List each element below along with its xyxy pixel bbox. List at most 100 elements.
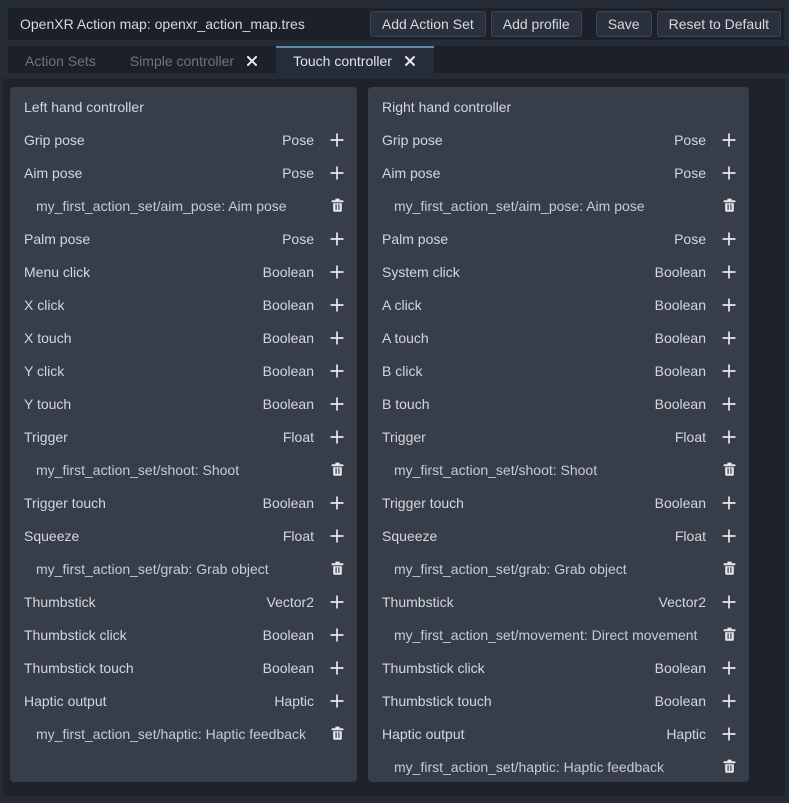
add-binding-button[interactable] (326, 690, 348, 712)
add-binding-button[interactable] (718, 591, 740, 613)
touch-controller-panel: Left hand controller Grip pose Pose Aim … (3, 79, 785, 796)
plus-icon (329, 594, 345, 610)
action-label: Thumbstick touch (382, 693, 655, 709)
add-binding-button[interactable] (718, 690, 740, 712)
action-label: Thumbstick (24, 594, 267, 610)
action-label: Haptic output (382, 726, 666, 742)
tab-label: Action Sets (25, 53, 96, 69)
add-binding-button[interactable] (718, 294, 740, 316)
add-binding-button[interactable] (326, 327, 348, 349)
close-icon[interactable] (245, 54, 259, 68)
action-label: Aim pose (382, 165, 674, 181)
add-binding-button[interactable] (718, 261, 740, 283)
action-label: Trigger touch (24, 495, 263, 511)
reset-to-default-button[interactable]: Reset to Default (657, 11, 781, 37)
add-binding-button[interactable] (718, 327, 740, 349)
add-binding-button[interactable] (718, 360, 740, 382)
plus-icon (329, 231, 345, 247)
action-label: Trigger (24, 429, 283, 445)
plus-icon (329, 396, 345, 412)
delete-binding-button[interactable] (326, 195, 348, 217)
action-type-label: Haptic (666, 726, 706, 742)
delete-binding-button[interactable] (718, 558, 740, 580)
action-type-label: Boolean (263, 627, 314, 643)
add-binding-button[interactable] (718, 723, 740, 745)
action-type-label: Float (675, 429, 706, 445)
add-binding-button[interactable] (718, 657, 740, 679)
tab-touch-controller[interactable]: Touch controller (276, 46, 434, 73)
action-type-label: Boolean (263, 297, 314, 313)
binding-row: my_first_action_set/movement: Direct mov… (368, 618, 749, 651)
delete-binding-button[interactable] (326, 459, 348, 481)
action-type-label: Pose (282, 165, 314, 181)
add-binding-button[interactable] (718, 525, 740, 547)
action-type-label: Pose (674, 132, 706, 148)
plus-icon (329, 363, 345, 379)
add-binding-button[interactable] (326, 624, 348, 646)
panel-left-hand-controller: Left hand controller Grip pose Pose Aim … (10, 87, 357, 782)
action-label: Haptic output (24, 693, 274, 709)
add-binding-button[interactable] (718, 492, 740, 514)
action-type-label: Boolean (263, 495, 314, 511)
action-row: A touch Boolean (368, 321, 749, 354)
action-label: Squeeze (382, 528, 675, 544)
window-title: OpenXR Action map: openxr_action_map.tre… (20, 16, 365, 32)
delete-binding-button[interactable] (326, 558, 348, 580)
add-binding-button[interactable] (326, 492, 348, 514)
plus-icon (329, 330, 345, 346)
panel-title: Left hand controller (24, 99, 348, 115)
delete-binding-button[interactable] (326, 723, 348, 745)
add-binding-button[interactable] (326, 426, 348, 448)
save-button[interactable]: Save (596, 11, 652, 37)
add-binding-button[interactable] (718, 162, 740, 184)
add-binding-button[interactable] (326, 294, 348, 316)
add-binding-button[interactable] (718, 393, 740, 415)
action-label: X click (24, 297, 263, 313)
plus-icon (329, 264, 345, 280)
plus-icon (721, 297, 737, 313)
plus-icon (721, 528, 737, 544)
action-label: Palm pose (382, 231, 674, 247)
binding-row: my_first_action_set/haptic: Haptic feedb… (10, 717, 357, 750)
delete-binding-button[interactable] (718, 756, 740, 778)
add-binding-button[interactable] (718, 426, 740, 448)
close-icon[interactable] (403, 54, 417, 68)
add-binding-button[interactable] (326, 360, 348, 382)
header-bar: OpenXR Action map: openxr_action_map.tre… (8, 8, 784, 40)
add-binding-button[interactable] (326, 525, 348, 547)
add-binding-button[interactable] (718, 228, 740, 250)
tab-simple-controller[interactable]: Simple controller (113, 46, 276, 73)
action-type-label: Boolean (655, 693, 706, 709)
action-label: X touch (24, 330, 263, 346)
action-row: Thumbstick click Boolean (368, 651, 749, 684)
action-type-label: Pose (282, 231, 314, 247)
plus-icon (329, 132, 345, 148)
panel-right-hand-controller: Right hand controller Grip pose Pose Aim… (368, 87, 749, 782)
delete-binding-button[interactable] (718, 195, 740, 217)
plus-icon (329, 165, 345, 181)
plus-icon (329, 693, 345, 709)
action-type-label: Boolean (655, 330, 706, 346)
add-binding-button[interactable] (326, 228, 348, 250)
trash-icon (722, 462, 737, 477)
plus-icon (721, 660, 737, 676)
add-binding-button[interactable] (326, 129, 348, 151)
add-binding-button[interactable] (326, 162, 348, 184)
add-binding-button[interactable] (718, 129, 740, 151)
add-profile-button[interactable]: Add profile (491, 11, 582, 37)
delete-binding-button[interactable] (718, 459, 740, 481)
plus-icon (721, 231, 737, 247)
delete-binding-button[interactable] (718, 624, 740, 646)
action-label: Grip pose (24, 132, 282, 148)
tab-action-sets[interactable]: Action Sets (8, 46, 113, 73)
add-binding-button[interactable] (326, 393, 348, 415)
plus-icon (721, 330, 737, 346)
binding-row: my_first_action_set/aim_pose: Aim pose (10, 189, 357, 222)
action-type-label: Float (283, 528, 314, 544)
add-binding-button[interactable] (326, 591, 348, 613)
add-binding-button[interactable] (326, 657, 348, 679)
add-action-set-button[interactable]: Add Action Set (370, 11, 486, 37)
panel-header: Right hand controller (368, 90, 749, 123)
plus-icon (721, 693, 737, 709)
add-binding-button[interactable] (326, 261, 348, 283)
